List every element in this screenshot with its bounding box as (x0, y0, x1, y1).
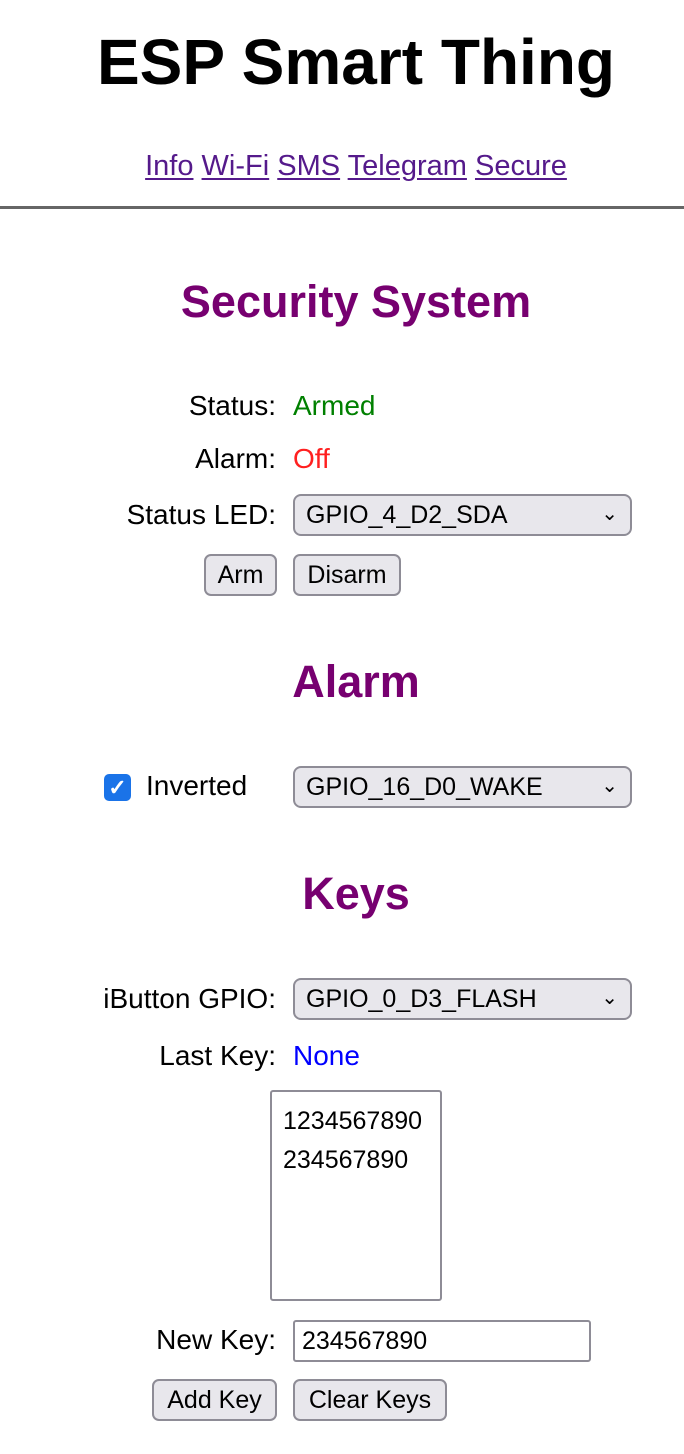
alarm-heading: Alarm (292, 656, 420, 707)
ibutton-gpio-label: iButton GPIO: (103, 983, 276, 1014)
alarm-gpio-select[interactable]: GPIO_16_D0_WAKE ⌄ (293, 766, 632, 808)
key-list-item[interactable]: 234567890 (283, 1141, 440, 1180)
divider (0, 206, 684, 209)
key-list-item[interactable]: 1234567890 (283, 1102, 440, 1141)
security-heading: Security System (180, 276, 532, 327)
ibutton-gpio-select[interactable]: GPIO_0_D3_FLASH ⌄ (293, 978, 632, 1020)
status-led-select[interactable]: GPIO_4_D2_SDA ⌄ (293, 494, 632, 536)
nav-link-secure[interactable]: Secure (475, 150, 567, 182)
disarm-button[interactable]: Disarm (293, 554, 401, 596)
inverted-checkbox[interactable]: ✓ (104, 774, 131, 801)
page-title: ESP Smart Thing (96, 26, 616, 98)
chevron-down-icon: ⌄ (601, 775, 618, 797)
clear-keys-button[interactable]: Clear Keys (293, 1379, 447, 1421)
nav-link-wifi[interactable]: Wi-Fi (202, 150, 270, 182)
keys-heading: Keys (302, 868, 410, 919)
chevron-down-icon: ⌄ (601, 987, 618, 1009)
chevron-down-icon: ⌄ (601, 503, 618, 525)
nav-link-telegram[interactable]: Telegram (348, 150, 467, 182)
inverted-label: Inverted (146, 770, 248, 801)
nav-link-info[interactable]: Info (145, 150, 193, 182)
alarm-label: Alarm: (195, 443, 276, 474)
status-value: Armed (293, 390, 376, 421)
last-key-label: Last Key: (159, 1040, 276, 1071)
nav-bar: Info Wi-Fi SMS Telegram Secure (0, 146, 684, 186)
arm-button[interactable]: Arm (204, 554, 277, 596)
status-led-value: GPIO_4_D2_SDA (306, 501, 508, 529)
alarm-value: Off (293, 443, 330, 474)
new-key-input[interactable]: 234567890 (293, 1320, 591, 1362)
status-label: Status: (188, 390, 276, 421)
nav-link-sms[interactable]: SMS (277, 150, 340, 182)
new-key-label: New Key: (156, 1324, 276, 1355)
alarm-gpio-value: GPIO_16_D0_WAKE (306, 773, 543, 801)
ibutton-gpio-value: GPIO_0_D3_FLASH (306, 985, 537, 1013)
key-list[interactable]: 1234567890 234567890 (270, 1090, 442, 1301)
status-led-label: Status LED: (126, 499, 276, 530)
add-key-button[interactable]: Add Key (152, 1379, 277, 1421)
last-key-value: None (293, 1040, 360, 1071)
